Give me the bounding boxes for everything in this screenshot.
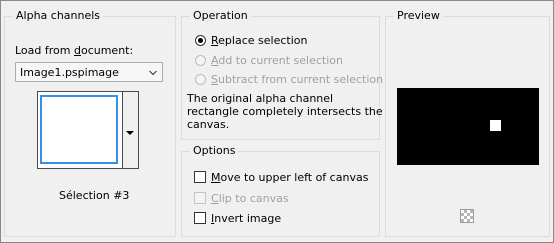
invert-image-label: Invert image bbox=[211, 211, 282, 225]
radio-indicator bbox=[195, 34, 206, 46]
preview-canvas bbox=[397, 88, 539, 165]
document-select[interactable]: Image1.pspimage bbox=[15, 62, 163, 82]
triangle-down-icon bbox=[126, 131, 134, 135]
options-title: Options bbox=[190, 144, 239, 158]
move-to-upper-left-checkbox[interactable]: Move to upper left of canvas bbox=[194, 169, 368, 185]
subtract-from-selection-radio[interactable]: Subtract from current selection bbox=[195, 71, 383, 87]
thumbnail-caption: Sélection #3 bbox=[59, 189, 130, 202]
add-to-selection-label: Add to current selection bbox=[211, 53, 343, 67]
replace-selection-label: Replace selection bbox=[211, 33, 308, 47]
preview-title: Preview bbox=[394, 9, 443, 23]
subtract-from-selection-label: Subtract from current selection bbox=[211, 72, 384, 86]
chevron-down-icon bbox=[149, 70, 157, 76]
operation-message: The original alpha channel rectangle com… bbox=[187, 92, 383, 131]
checkerboard-icon[interactable] bbox=[460, 209, 474, 223]
alpha-channels-title: Alpha channels bbox=[13, 9, 104, 23]
channel-thumbnail[interactable] bbox=[37, 91, 123, 169]
operation-title: Operation bbox=[190, 9, 251, 23]
preview-selection bbox=[490, 120, 501, 131]
clip-to-canvas-label: Clip to canvas bbox=[211, 191, 289, 205]
invert-image-checkbox[interactable]: Invert image bbox=[194, 210, 281, 226]
move-to-upper-left-label: Move to upper left of canvas bbox=[211, 170, 369, 184]
load-from-document-label: Load from document: bbox=[15, 44, 134, 57]
channel-thumbnail-image bbox=[40, 95, 118, 164]
clip-to-canvas-checkbox[interactable]: Clip to canvas bbox=[194, 190, 289, 206]
radio-indicator bbox=[195, 54, 206, 66]
checkbox-box bbox=[194, 171, 206, 183]
checkbox-box bbox=[194, 192, 206, 204]
checkbox-box bbox=[194, 212, 206, 224]
channel-thumbnail-dropdown[interactable] bbox=[123, 91, 139, 169]
replace-selection-radio[interactable]: Replace selection bbox=[195, 32, 307, 48]
document-select-value: Image1.pspimage bbox=[20, 65, 119, 79]
radio-indicator bbox=[195, 73, 206, 85]
add-to-selection-radio[interactable]: Add to current selection bbox=[195, 52, 343, 68]
